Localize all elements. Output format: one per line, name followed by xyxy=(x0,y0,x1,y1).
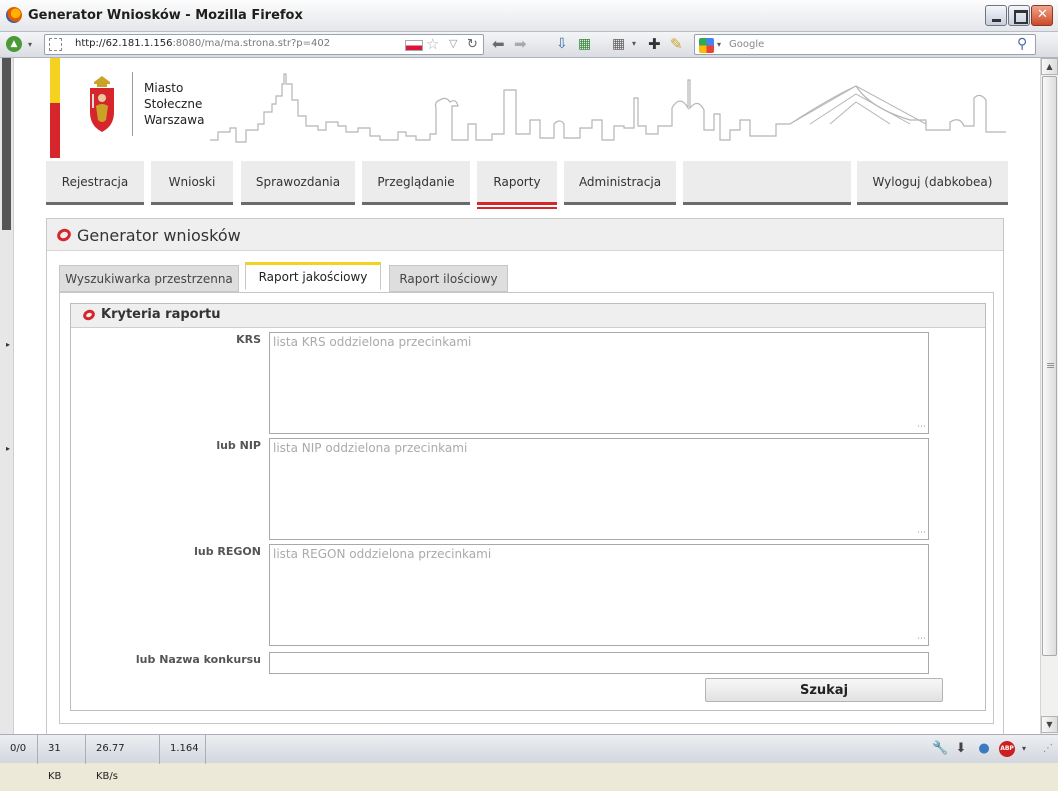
brand-divider xyxy=(132,72,133,136)
page-icon xyxy=(49,38,62,51)
scroll-down-icon[interactable]: ▼ xyxy=(1041,716,1058,733)
contest-name-input[interactable] xyxy=(269,652,929,674)
gutter-marker-icon: ▸ xyxy=(6,340,11,349)
warsaw-crest-logo xyxy=(90,76,114,132)
window-titlebar: Generator Wniosków - Mozilla Firefox xyxy=(0,0,1058,32)
contest-name-label: lub Nazwa konkursu xyxy=(135,653,261,666)
menu-item-rejestracja[interactable]: Rejestracja xyxy=(46,161,144,205)
minimize-button[interactable] xyxy=(985,5,1007,26)
reload-icon[interactable]: ↻ xyxy=(467,37,478,52)
globe-icon[interactable]: ● xyxy=(976,741,992,757)
krs-label: KRS xyxy=(236,333,261,346)
brand-color-strip xyxy=(50,58,60,158)
tab-content: Kryteria raportu KRS ⋯ lub NIP ⋯ lub REG… xyxy=(59,292,994,724)
swirl-logo-icon xyxy=(81,307,97,323)
menu-item-wnioski[interactable]: Wnioski xyxy=(151,161,233,205)
close-button[interactable] xyxy=(1031,5,1053,26)
main-menu: Rejestracja Wnioski Sprawozdania Przeglą… xyxy=(46,161,1008,209)
back-arrow-icon[interactable]: ⬅ xyxy=(492,35,505,53)
page-viewport: ▸ ▸ Miasto Stołeczne Warszawa Rejestracj… xyxy=(0,58,1040,734)
nip-label: lub NIP xyxy=(216,439,261,452)
maximize-button[interactable] xyxy=(1008,5,1030,26)
nip-textarea[interactable] xyxy=(269,438,929,540)
history-dropdown-icon[interactable]: ▾ xyxy=(28,40,32,49)
status-speed: 26.77 KB/s xyxy=(86,735,160,782)
navigation-toolbar: ▲ ▾ http://62.181.1.156:8080/ma/ma.stron… xyxy=(0,32,1058,58)
menu-item-raporty[interactable]: Raporty xyxy=(477,161,557,209)
status-size: 31 KB xyxy=(38,735,86,782)
highlighter-icon[interactable]: ✎ xyxy=(670,35,683,53)
resize-grip-icon[interactable]: ⋯ xyxy=(917,634,927,644)
criteria-header: Kryteria raportu xyxy=(71,304,985,328)
search-engine-placeholder: Google xyxy=(729,39,765,50)
status-counter: 0/0 xyxy=(0,735,38,764)
search-button[interactable]: Szukaj xyxy=(705,678,943,702)
panel-title: Generator wniosków xyxy=(77,226,241,245)
regon-label: lub REGON xyxy=(194,545,261,558)
tab-raport-ilosciowy[interactable]: Raport ilościowy xyxy=(389,265,508,292)
address-bar[interactable]: http://62.181.1.156:8080/ma/ma.strona.st… xyxy=(44,34,484,55)
window-title: Generator Wniosków - Mozilla Firefox xyxy=(28,8,303,23)
web-search-box[interactable]: ▾ Google ⚲ xyxy=(694,34,1036,55)
resize-grip-icon[interactable]: ⋯ xyxy=(917,528,927,538)
criteria-title: Kryteria raportu xyxy=(101,307,221,322)
scrollbar-thumb[interactable] xyxy=(1042,76,1057,656)
report-generator-panel: Generator wniosków Wyszukiwarka przestrz… xyxy=(46,218,1004,734)
gutter-grip[interactable] xyxy=(2,58,11,230)
resize-corner-icon[interactable]: ⋰ xyxy=(1040,741,1056,757)
menu-item-administracja[interactable]: Administracja xyxy=(564,161,676,205)
status-bar: 0/0 31 KB 26.77 KB/s 1.164 🔧 ⬇ ● ABP ▾ ⋰ xyxy=(0,734,1058,782)
sidebar-gutter: ▸ ▸ xyxy=(0,58,14,734)
grid-dropdown-icon[interactable]: ▾ xyxy=(632,39,636,48)
menu-item-sprawozdania[interactable]: Sprawozdania xyxy=(241,161,355,205)
addon-page-icon[interactable]: ▦ xyxy=(578,36,591,52)
adblock-dropdown-icon[interactable]: ▾ xyxy=(1016,741,1032,757)
back-history-icon[interactable]: ▲ xyxy=(6,36,22,52)
wrench-icon[interactable]: 🔧 xyxy=(932,741,948,757)
warsaw-skyline-graphic xyxy=(210,73,1006,143)
menu-item-przegladanie[interactable]: Przeglądanie xyxy=(362,161,470,205)
krs-textarea[interactable] xyxy=(269,332,929,434)
tab-raport-jakosciowy[interactable]: Raport jakościowy xyxy=(245,262,381,290)
gutter-marker-icon: ▸ xyxy=(6,444,11,453)
engine-dropdown-icon[interactable]: ▾ xyxy=(717,40,721,49)
add-icon[interactable]: ✚ xyxy=(648,35,661,53)
url-dropdown-icon[interactable]: ▽ xyxy=(449,37,457,50)
forward-arrow-icon[interactable]: ➡ xyxy=(514,35,527,53)
bookmark-star-icon[interactable]: ☆ xyxy=(426,35,439,53)
adblock-plus-icon[interactable]: ABP xyxy=(999,741,1015,757)
menu-item-empty xyxy=(683,161,851,205)
brand-name: Miasto Stołeczne Warszawa xyxy=(144,81,205,127)
resize-grip-icon[interactable]: ⋯ xyxy=(917,422,927,432)
addon-download-icon[interactable]: ⇩ xyxy=(556,36,568,52)
swirl-logo-icon xyxy=(55,226,73,244)
download-icon[interactable]: ⬇ xyxy=(953,741,969,757)
poland-flag-icon xyxy=(405,40,423,51)
panel-header: Generator wniosków xyxy=(47,219,1003,251)
page-scrollbar[interactable]: ▲ ▼ xyxy=(1040,58,1058,734)
google-icon[interactable] xyxy=(699,38,714,53)
grid-icon[interactable]: ▦ xyxy=(612,36,625,52)
report-criteria-box: Kryteria raportu KRS ⋯ lub NIP ⋯ lub REG… xyxy=(70,303,986,711)
regon-textarea[interactable] xyxy=(269,544,929,646)
search-icon[interactable]: ⚲ xyxy=(1017,36,1027,52)
logout-button[interactable]: Wyloguj (dabkobea) xyxy=(857,161,1008,205)
tab-wyszukiwarka-przestrzenna[interactable]: Wyszukiwarka przestrzenna xyxy=(59,265,239,292)
scroll-up-icon[interactable]: ▲ xyxy=(1041,58,1058,75)
address-url[interactable]: http://62.181.1.156:8080/ma/ma.strona.st… xyxy=(75,38,330,49)
status-time: 1.164 xyxy=(160,735,206,764)
firefox-icon xyxy=(6,7,22,23)
